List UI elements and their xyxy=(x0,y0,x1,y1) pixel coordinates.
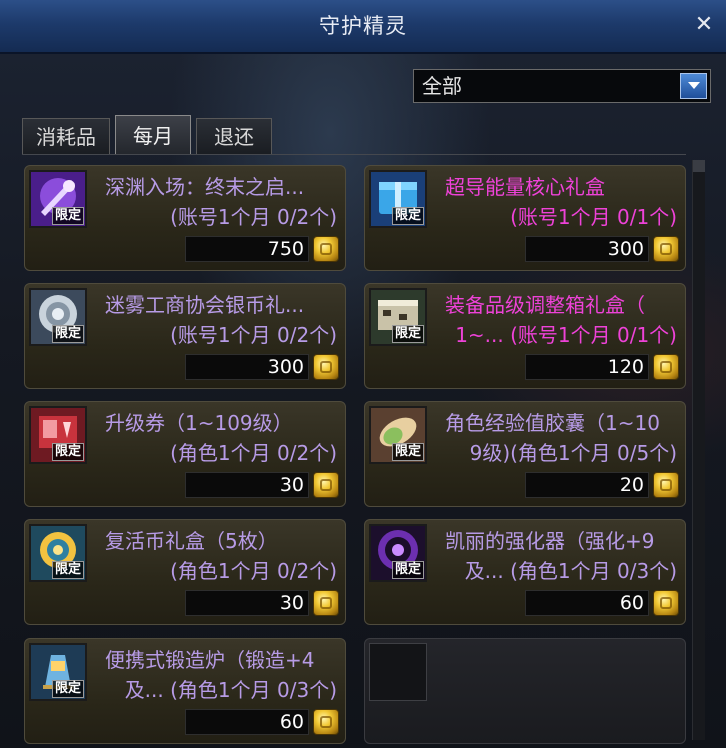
item-card[interactable]: 限定 升级券（1~109级） (角色1个月 0/2个) 30 xyxy=(24,401,346,507)
limited-badge: 限定 xyxy=(391,561,424,579)
price-field: 30 xyxy=(185,590,309,616)
price-field: 60 xyxy=(185,709,309,735)
limited-badge: 限定 xyxy=(51,561,84,579)
scrollbar[interactable] xyxy=(692,160,705,740)
price-field: 20 xyxy=(525,472,649,498)
item-name: 迷雾工商协会银币礼... xyxy=(105,293,305,317)
scrollbar-thumb[interactable] xyxy=(693,160,705,172)
item-card[interactable]: 限定 超导能量核心礼盒 (账号1个月 0/1个) 300 xyxy=(364,165,686,271)
gold-coin-icon xyxy=(653,354,679,380)
tab-monthly[interactable]: 每月 xyxy=(115,115,191,155)
gold-coin-icon xyxy=(313,472,339,498)
dropdown-selected-value: 全部 xyxy=(422,74,462,98)
limited-badge: 限定 xyxy=(51,680,84,698)
item-name: 深渊入场：终末之启... xyxy=(105,175,305,199)
window-title: 守护精灵 xyxy=(319,14,407,38)
item-limit-text: (账号1个月 0/2个) xyxy=(170,323,337,347)
item-card[interactable]: 限定 深渊入场：终末之启... (账号1个月 0/2个) 750 xyxy=(24,165,346,271)
item-limit-text: 1~... (账号1个月 0/1个) xyxy=(455,323,677,347)
item-card[interactable]: 限定 凯丽的强化器（强化+9 及... (角色1个月 0/3个) 60 xyxy=(364,519,686,625)
item-name: 超导能量核心礼盒 xyxy=(445,175,605,199)
portable-forge-icon[interactable]: 限定 xyxy=(29,643,87,701)
item-card[interactable]: 限定 迷雾工商协会银币礼... (账号1个月 0/2个) 300 xyxy=(24,283,346,389)
item-name: 装备品级调整箱礼盒（ xyxy=(445,293,645,317)
item-name: 复活币礼盒（5枚） xyxy=(105,529,278,553)
item-limit-text: 及... (角色1个月 0/3个) xyxy=(464,559,677,583)
item-price: 30 xyxy=(279,474,304,496)
item-limit-text: (账号1个月 0/2个) xyxy=(170,205,337,229)
item-limit-text: (角色1个月 0/2个) xyxy=(170,559,337,583)
gold-coin-icon xyxy=(313,590,339,616)
silver-coin-gift-icon[interactable]: 限定 xyxy=(29,288,87,346)
price-field: 30 xyxy=(185,472,309,498)
item-card[interactable]: 限定 角色经验值胶囊（1~10 9级)(角色1个月 0/5个) 20 xyxy=(364,401,686,507)
price-field: 300 xyxy=(525,236,649,262)
item-price: 60 xyxy=(279,711,304,733)
item-price: 300 xyxy=(267,356,304,378)
gold-coin-icon xyxy=(313,709,339,735)
empty-item-card xyxy=(364,638,686,744)
price-field: 750 xyxy=(185,236,309,262)
item-limit-text: (账号1个月 0/1个) xyxy=(510,205,677,229)
item-name: 便携式锻造炉（锻造+4 xyxy=(105,648,315,672)
tab-refund[interactable]: 退还 xyxy=(196,118,272,154)
item-card[interactable]: 限定 复活币礼盒（5枚） (角色1个月 0/2个) 30 xyxy=(24,519,346,625)
energy-core-box-icon[interactable]: 限定 xyxy=(369,170,427,228)
item-name: 凯丽的强化器（强化+9 xyxy=(445,529,655,553)
revive-coin-box-icon[interactable]: 限定 xyxy=(29,524,87,582)
category-dropdown[interactable]: 全部 xyxy=(413,69,711,103)
gold-coin-icon xyxy=(653,236,679,262)
chevron-down-icon[interactable] xyxy=(680,73,707,99)
tab-consumables[interactable]: 消耗品 xyxy=(22,118,110,154)
item-price: 300 xyxy=(607,238,644,260)
price-field: 60 xyxy=(525,590,649,616)
item-limit-text: 9级)(角色1个月 0/5个) xyxy=(469,441,677,465)
kelly-enhancer-icon[interactable]: 限定 xyxy=(369,524,427,582)
gold-coin-icon xyxy=(313,354,339,380)
item-price: 30 xyxy=(279,592,304,614)
limited-badge: 限定 xyxy=(51,325,84,343)
item-price: 60 xyxy=(619,592,644,614)
gold-coin-icon xyxy=(653,472,679,498)
item-price: 20 xyxy=(619,474,644,496)
close-icon[interactable]: ✕ xyxy=(692,13,716,37)
price-field: 120 xyxy=(525,354,649,380)
item-name: 角色经验值胶囊（1~10 xyxy=(445,411,660,435)
title-bar: 守护精灵 ✕ xyxy=(0,0,726,54)
grade-adjust-box-icon[interactable]: 限定 xyxy=(369,288,427,346)
empty-item-slot xyxy=(369,643,427,701)
item-limit-text: (角色1个月 0/2个) xyxy=(170,441,337,465)
limited-badge: 限定 xyxy=(391,325,424,343)
exp-capsule-icon[interactable]: 限定 xyxy=(369,406,427,464)
gold-coin-icon xyxy=(313,236,339,262)
item-card[interactable]: 限定 装备品级调整箱礼盒（ 1~... (账号1个月 0/1个) 120 xyxy=(364,283,686,389)
gold-coin-icon xyxy=(653,590,679,616)
item-card[interactable]: 限定 便携式锻造炉（锻造+4 及... (角色1个月 0/3个) 60 xyxy=(24,638,346,744)
price-field: 300 xyxy=(185,354,309,380)
limited-badge: 限定 xyxy=(51,207,84,225)
item-price: 120 xyxy=(607,356,644,378)
limited-badge: 限定 xyxy=(51,443,84,461)
abyss-ticket-icon[interactable]: 限定 xyxy=(29,170,87,228)
item-price: 750 xyxy=(267,238,304,260)
level-up-ticket-icon[interactable]: 限定 xyxy=(29,406,87,464)
limited-badge: 限定 xyxy=(391,207,424,225)
item-name: 升级券（1~109级） xyxy=(105,411,293,435)
limited-badge: 限定 xyxy=(391,443,424,461)
tab-divider xyxy=(22,154,686,155)
item-limit-text: 及... (角色1个月 0/3个) xyxy=(124,678,337,702)
